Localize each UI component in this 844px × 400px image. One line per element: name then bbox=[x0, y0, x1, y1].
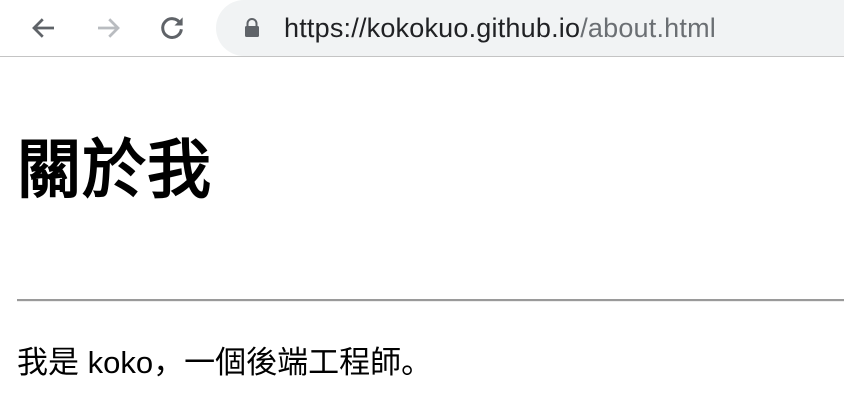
forward-button[interactable] bbox=[90, 10, 126, 46]
arrow-right-icon bbox=[98, 18, 120, 38]
arrow-left-icon bbox=[32, 18, 54, 38]
intro-paragraph: 我是 koko，一個後端工程師。 bbox=[17, 345, 433, 380]
url-text[interactable]: https://kokokuo.github.io/about.html bbox=[284, 13, 716, 44]
url-path: /about.html bbox=[580, 12, 716, 43]
browser-toolbar: https://kokokuo.github.io/about.html bbox=[0, 0, 844, 57]
page-title: 關於我 bbox=[17, 134, 212, 206]
reload-button[interactable] bbox=[154, 10, 190, 46]
url-host: https://kokokuo.github.io bbox=[284, 12, 581, 43]
horizontal-rule bbox=[17, 299, 844, 302]
back-button[interactable] bbox=[26, 10, 62, 46]
reload-icon bbox=[161, 17, 183, 39]
address-bar[interactable]: https://kokokuo.github.io/about.html bbox=[216, 0, 844, 56]
lock-icon[interactable] bbox=[242, 16, 262, 40]
